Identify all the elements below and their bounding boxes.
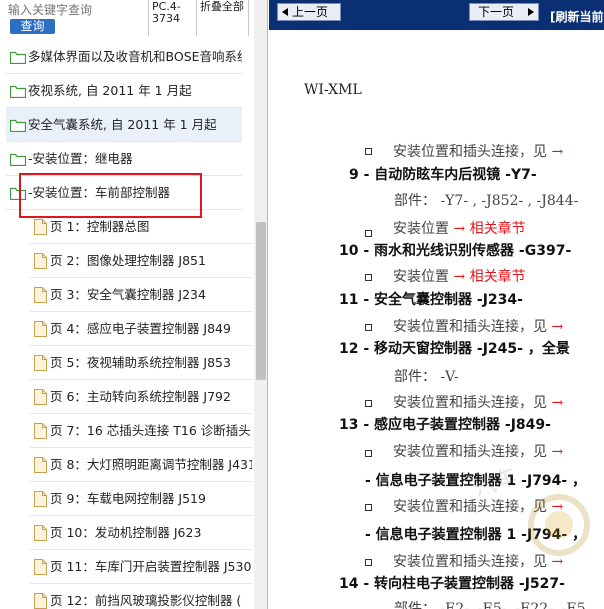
- divider: [148, 0, 149, 36]
- tree-scrollbar[interactable]: [254, 0, 267, 609]
- tree-folder[interactable]: -安装位置：继电器: [6, 142, 242, 176]
- tree-folder-label: 多媒体界面以及收音机和BOSE音响系统: [28, 49, 242, 64]
- tree-page-label: 页 6：主动转向系统控制器 J792: [50, 389, 231, 404]
- doc-heading: 9 - 自动防眩车内后视镜 -Y7-: [349, 167, 537, 183]
- document-title: WI-XML: [304, 82, 362, 98]
- collapse-all-button[interactable]: 折叠全部: [200, 1, 244, 13]
- tree-page-label: 页 3：安全气囊控制器 J234: [50, 287, 206, 302]
- doc-line: 部件： -E2- ,-E5- ,-E22- ,-E5: [394, 601, 586, 609]
- tree-page-label: 页 4：感应电子装置控制器 J849: [50, 321, 231, 336]
- tree-page-label: 页 11：车库门开启装置控制器 J530: [50, 559, 252, 574]
- bullet-icon: [365, 559, 372, 566]
- tree-panel: 查询 PC.4-3734 折叠全部 多媒体界面以及收音机和BOSE音响系统夜视系…: [0, 0, 268, 609]
- highlight-box: [19, 173, 202, 218]
- doc-line: 安装位置 → 相关章节: [393, 269, 526, 285]
- tree-page-item[interactable]: 页 8：大灯照明距离调节控制器 J431: [30, 448, 252, 482]
- related-chapter-link[interactable]: 相关章节: [470, 221, 526, 237]
- tree-page-item[interactable]: 页 10：发动机控制器 J623: [30, 516, 252, 550]
- previous-page-button[interactable]: 上一页: [277, 3, 341, 21]
- tree-folder-label: 安全气囊系统, 自 2011 年 1 月起: [28, 117, 217, 132]
- arrow-right-icon: [528, 8, 534, 16]
- arrow-left-icon: [282, 8, 288, 16]
- document-panel: 上一页 下一页 [刷新当前 WI-XML 安装位置和插头连接，见 → 9 - 自…: [269, 0, 604, 609]
- bullet-icon: [365, 504, 372, 511]
- bullet-icon: [365, 450, 372, 457]
- related-chapter-link[interactable]: 相关章节: [470, 269, 526, 285]
- document-body: WI-XML 安装位置和插头连接，见 → 9 - 自动防眩车内后视镜 -Y7- …: [269, 30, 604, 609]
- tree-folder-label: -安装位置：继电器: [28, 151, 133, 166]
- tree-page-item[interactable]: 页 11：车库门开启装置控制器 J530: [30, 550, 252, 584]
- doc-heading: 13 - 感应电子装置控制器 -J849-: [339, 417, 551, 433]
- bullet-icon: [365, 274, 372, 281]
- tree-page-item[interactable]: 页 9：车载电网控制器 J519: [30, 482, 252, 516]
- tree-page-label: 页 7：16 芯插头连接 T16 诊断插头: [50, 423, 251, 438]
- search-input[interactable]: [8, 2, 144, 18]
- doc-line: 部件： -V-: [394, 369, 459, 385]
- doc-heading: 11 - 安全气囊控制器 -J234-: [339, 292, 523, 308]
- scrollbar-thumb[interactable]: [256, 222, 266, 380]
- doc-line: 安装位置和插头连接，见 →: [393, 395, 564, 411]
- search-toolbar: 查询 PC.4-3734 折叠全部: [0, 0, 267, 38]
- divider: [196, 0, 197, 36]
- tree-page-label: 页 9：车载电网控制器 J519: [50, 491, 206, 506]
- tree-folder[interactable]: 安全气囊系统, 自 2011 年 1 月起: [6, 108, 242, 142]
- bullet-icon: [365, 148, 372, 155]
- bullet-icon: [365, 230, 372, 237]
- doc-line: 安装位置和插头连接，见 →: [393, 144, 564, 160]
- refresh-link[interactable]: [刷新当前: [550, 8, 604, 25]
- doc-line: 安装位置和插头连接，见 →: [393, 319, 564, 335]
- tree-page-label: 页 8：大灯照明距离调节控制器 J431: [50, 457, 252, 472]
- page-navbar: 上一页 下一页 [刷新当前: [269, 0, 604, 30]
- tree-page-item[interactable]: 页 6：主动转向系统控制器 J792: [30, 380, 252, 414]
- previous-page-label: 上一页: [292, 5, 329, 19]
- tree-folder[interactable]: 夜视系统, 自 2011 年 1 月起: [6, 74, 242, 108]
- doc-heading: 12 - 移动天窗控制器 -J245- ，全景: [339, 341, 570, 357]
- tree-page-label: 页 5：夜视辅助系统控制器 J853: [50, 355, 231, 370]
- doc-line: 安装位置 → 相关章节: [393, 221, 526, 237]
- watermark-logo: 汽车: [471, 464, 590, 556]
- next-page-label: 下一页: [478, 5, 515, 19]
- tree-page-label: 页 12：前挡风玻璃投影仪控制器 (: [50, 593, 242, 608]
- tree-folder[interactable]: 多媒体界面以及收音机和BOSE音响系统: [6, 40, 242, 74]
- tree-page-item[interactable]: 页 3：安全气囊控制器 J234: [30, 278, 252, 312]
- tree-folder-label: 夜视系统, 自 2011 年 1 月起: [28, 83, 192, 98]
- tree-page-item[interactable]: 页 7：16 芯插头连接 T16 诊断插头: [30, 414, 252, 448]
- svg-text:汽车: 汽车: [471, 464, 521, 503]
- bullet-icon: [365, 400, 372, 407]
- tree-page-item[interactable]: 页 4：感应电子装置控制器 J849: [30, 312, 252, 346]
- doc-heading: 14 - 转向柱电子装置控制器 -J527-: [339, 576, 565, 592]
- document-code: PC.4-3734: [152, 0, 181, 25]
- next-page-button[interactable]: 下一页: [469, 3, 539, 21]
- bullet-icon: [365, 324, 372, 331]
- tree-page-label: 页 10：发动机控制器 J623: [50, 525, 202, 540]
- tree-page-item[interactable]: 页 12：前挡风玻璃投影仪控制器 (: [30, 584, 252, 609]
- doc-heading: 10 - 雨水和光线识别传感器 -G397-: [339, 243, 572, 259]
- tree-page-item[interactable]: 页 2：图像处理控制器 J851: [30, 244, 252, 278]
- tree-page-label: 页 2：图像处理控制器 J851: [50, 253, 206, 268]
- tree-page-item[interactable]: 页 5：夜视辅助系统控制器 J853: [30, 346, 252, 380]
- divider: [248, 0, 249, 36]
- search-button[interactable]: 查询: [10, 19, 55, 34]
- doc-line: 部件： -Y7- , -J852- , -J844-: [394, 193, 579, 209]
